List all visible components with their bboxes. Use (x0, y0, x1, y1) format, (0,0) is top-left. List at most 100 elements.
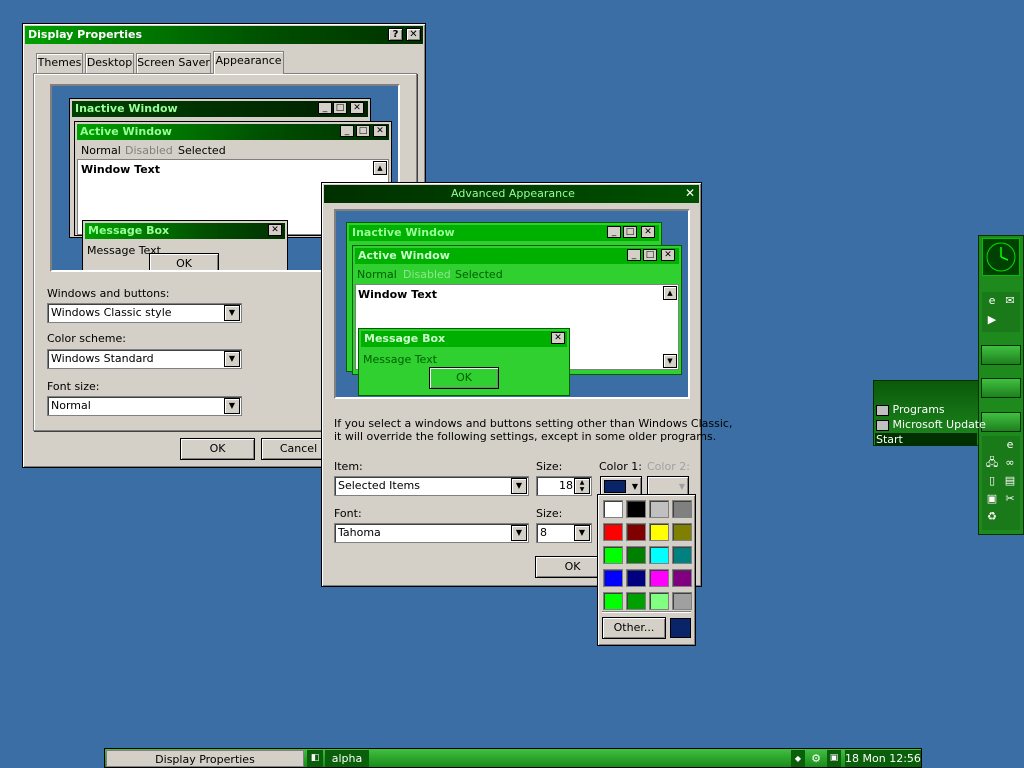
close-icon: ✕ (551, 332, 565, 344)
color-swatch[interactable] (603, 592, 623, 610)
trash-icon[interactable]: ♻ (985, 510, 999, 524)
color-swatch[interactable] (672, 546, 692, 564)
outlook-icon[interactable]: ✉ (1003, 294, 1017, 308)
preview-menu-normal: Normal (81, 144, 121, 157)
tools-icon[interactable]: ✂ (1003, 492, 1017, 506)
color-swatch[interactable] (649, 500, 669, 518)
font-size-select[interactable]: Normal ▼ (47, 396, 242, 416)
dock-button-2[interactable] (981, 378, 1021, 398)
start-menu-item-programs[interactable]: Programs (876, 403, 976, 417)
color-swatch[interactable] (649, 569, 669, 587)
taskbar-clock: 18 Mon 12:56 (845, 750, 921, 767)
windows-buttons-select[interactable]: Windows Classic style ▼ (47, 303, 242, 323)
picker-divider (602, 611, 691, 613)
color-swatch[interactable] (626, 500, 646, 518)
task-display-properties[interactable]: Display Properties (106, 750, 304, 767)
dock-button-1[interactable] (981, 345, 1021, 365)
printer-icon[interactable]: ▤ (1003, 474, 1017, 488)
link-icon[interactable]: ∞ (1003, 456, 1017, 470)
close-icon: ✕ (350, 102, 364, 114)
task-alpha-icon[interactable]: ◧ (307, 750, 323, 767)
font-label: Font: (334, 507, 362, 520)
computer-icon[interactable]: ▣ (985, 492, 999, 506)
color-swatch[interactable] (672, 523, 692, 541)
close-button[interactable]: ✕ (683, 186, 697, 200)
color-swatch[interactable] (626, 546, 646, 564)
color-swatch[interactable] (603, 523, 623, 541)
adv-message-box: Message Box ✕ Message Text OK (358, 328, 570, 396)
dock-quicklaunch: e ✉ ▶ (982, 292, 1020, 332)
help-button[interactable]: ? (388, 28, 403, 41)
color-swatch[interactable] (626, 569, 646, 587)
tab-themes[interactable]: Themes (36, 53, 83, 73)
color-swatch[interactable] (603, 569, 623, 587)
color-scheme-value: Windows Standard (51, 352, 154, 365)
spin-arrows-icon[interactable]: ▲ ▼ (574, 478, 590, 494)
task-alpha[interactable]: alpha (325, 750, 369, 767)
item-value: Selected Items (338, 479, 420, 492)
font-value: Tahoma (338, 526, 381, 539)
tab-desktop[interactable]: Desktop (85, 53, 134, 73)
color-swatch[interactable] (672, 500, 692, 518)
close-button[interactable]: ✕ (406, 28, 421, 41)
color-swatch[interactable] (672, 569, 692, 587)
chevron-down-icon[interactable]: ▼ (224, 305, 240, 321)
color-swatch[interactable] (672, 592, 692, 610)
start-menu-item-update[interactable]: Microsoft Update (876, 418, 986, 432)
adv-menu-selected: Selected (455, 268, 503, 281)
folder-icon (876, 404, 889, 416)
font-size-select[interactable]: 8 ▼ (536, 523, 592, 543)
color2-label: Color 2: (647, 460, 690, 473)
other-colors-button[interactable]: Other... (602, 617, 666, 639)
color-swatch[interactable] (649, 523, 669, 541)
chevron-down-icon[interactable]: ▼ (511, 478, 527, 494)
close-icon: ✕ (268, 224, 282, 236)
ie-icon[interactable]: e (1003, 438, 1017, 452)
display-properties-titlebar[interactable]: Display Properties (25, 26, 423, 44)
size-spinner[interactable]: 18 ▲ ▼ (536, 476, 592, 496)
preview-menu-disabled: Disabled (125, 144, 173, 157)
tray-window-icon[interactable]: ▣ (827, 750, 841, 767)
color-swatch[interactable] (626, 523, 646, 541)
preview-window-text: Window Text (81, 163, 161, 176)
windows-buttons-value: Windows Classic style (51, 306, 172, 319)
dock-button-3[interactable] (981, 412, 1021, 432)
color-scheme-select[interactable]: Windows Standard ▼ (47, 349, 242, 369)
browser-icon[interactable]: e (985, 294, 999, 308)
item-select[interactable]: Selected Items ▼ (334, 476, 529, 496)
ok-button[interactable]: OK (180, 438, 255, 460)
dock-tray: e 🖧 ∞ ▯ ▤ ▣ ✂ ♻ (982, 436, 1020, 530)
chevron-down-icon[interactable]: ▼ (574, 525, 590, 541)
color-swatch[interactable] (626, 592, 646, 610)
minimize-icon: _ (318, 102, 332, 114)
bin-icon[interactable]: ▯ (985, 474, 999, 488)
tray-arrow-icon[interactable]: ◆ (791, 750, 805, 767)
font-select[interactable]: Tahoma ▼ (334, 523, 529, 543)
maximize-icon: □ (623, 226, 637, 238)
advanced-titlebar[interactable]: Advanced Appearance (324, 185, 699, 203)
update-icon (876, 419, 889, 431)
chevron-down-icon[interactable]: ▼ (224, 351, 240, 367)
tab-screen-saver[interactable]: Screen Saver (136, 53, 211, 73)
chevron-down-icon[interactable]: ▼ (224, 398, 240, 414)
preview-message-box: Message Box ✕ Message Text OK (82, 220, 288, 270)
media-player-icon[interactable]: ▶ (985, 313, 999, 327)
size-label: Size: (536, 460, 563, 473)
tab-appearance[interactable]: Appearance (213, 51, 284, 74)
advanced-info-line2: it will override the following settings,… (334, 430, 717, 443)
minimize-icon: _ (627, 249, 641, 261)
chevron-down-icon[interactable]: ▼ (511, 525, 527, 541)
color-swatch[interactable] (649, 546, 669, 564)
dock-clock (982, 238, 1020, 276)
advanced-title: Advanced Appearance (451, 187, 575, 200)
color-swatch[interactable] (649, 592, 669, 610)
font-size-value: Normal (51, 399, 91, 412)
advanced-preview: Inactive Window _ □ ✕ Active Window _ □ … (334, 209, 690, 399)
tray-network-icon[interactable]: ⚙ (807, 750, 825, 767)
color-swatch[interactable] (603, 500, 623, 518)
network-icon[interactable]: 🖧 (985, 456, 999, 470)
color-swatch[interactable] (603, 546, 623, 564)
minimize-icon: _ (340, 125, 354, 137)
scroll-up-icon: ▲ (373, 161, 387, 175)
start-label[interactable]: Start (875, 433, 977, 446)
